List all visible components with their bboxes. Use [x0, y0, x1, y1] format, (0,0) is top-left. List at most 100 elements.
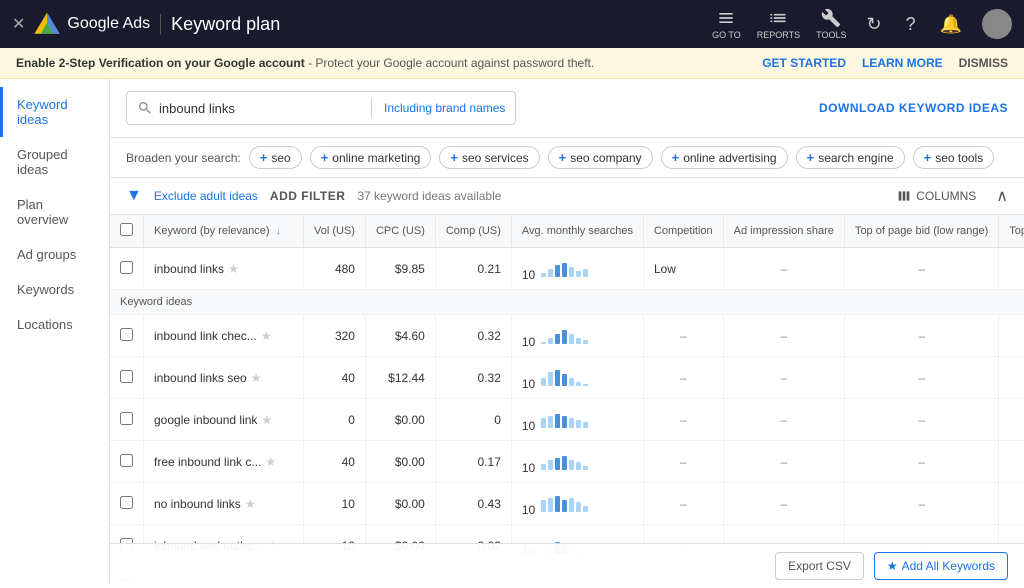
keywords-table: Keyword (by relevance) ↓ Vol (US) CPC (U… — [110, 215, 1024, 583]
select-all-checkbox[interactable] — [120, 223, 133, 236]
close-icon[interactable]: ✕ — [12, 14, 25, 34]
alert-bar: Enable 2-Step Verification on your Googl… — [0, 48, 1024, 79]
search-input[interactable] — [159, 101, 359, 116]
main-competition-cell: Low — [643, 248, 723, 290]
row-checkbox-cell[interactable] — [110, 399, 144, 441]
row-checkbox[interactable] — [120, 328, 133, 341]
row-keyword-cell: free inbound link c... ★ — [144, 441, 304, 483]
reports-label: REPORTS — [757, 30, 800, 40]
row-cpc-cell: $0.00 — [365, 399, 435, 441]
notifications-btn[interactable]: 🔔 — [936, 10, 966, 39]
sidebar-item-keyword-ideas[interactable]: Keyword ideas — [0, 87, 109, 137]
chip-seo-services[interactable]: + seo services — [439, 146, 539, 169]
chip-seo[interactable]: + seo — [249, 146, 302, 169]
filter-row: ▼ Exclude adult ideas ADD FILTER 37 keyw… — [110, 178, 1024, 215]
search-box[interactable]: Including brand names — [126, 91, 516, 125]
main-vol-cell: 480 — [304, 248, 366, 290]
row-vol-cell: 40 — [304, 357, 366, 399]
bid-low-header: Top of page bid (low range) — [844, 215, 998, 248]
add-filter-btn[interactable]: ADD FILTER — [270, 189, 345, 203]
row-bid-high-cell: – — [999, 441, 1024, 483]
row-competition-cell: – — [643, 399, 723, 441]
row-checkbox-cell[interactable] — [110, 357, 144, 399]
star-icon[interactable]: ★ — [265, 455, 276, 469]
row-checkbox-cell[interactable] — [110, 483, 144, 525]
row-sparkline — [539, 364, 599, 388]
star-icon[interactable]: ★ — [245, 497, 256, 511]
main-bid-low-cell: – — [844, 248, 998, 290]
sidebar-item-ad-groups[interactable]: Ad groups — [0, 237, 109, 272]
add-all-keywords-btn[interactable]: ★ Add All Keywords — [874, 552, 1008, 580]
sidebar-item-keywords[interactable]: Keywords — [0, 272, 109, 307]
tools-nav-btn[interactable]: TOOLS — [816, 8, 846, 40]
download-keyword-ideas-btn[interactable]: DOWNLOAD KEYWORD IDEAS — [819, 101, 1008, 115]
ad-impression-header: Ad impression share — [723, 215, 844, 248]
main-row-checkbox[interactable] — [120, 261, 133, 274]
vol-header: Vol (US) — [304, 215, 366, 248]
star-icon[interactable]: ★ — [228, 262, 239, 276]
table-row: inbound links seo ★ 40 $12.44 0.32 10 – … — [110, 357, 1024, 399]
row-checkbox[interactable] — [120, 412, 133, 425]
star-icon[interactable]: ★ — [261, 329, 272, 343]
row-bid-low-cell: – — [844, 399, 998, 441]
sort-icon[interactable]: ↓ — [276, 226, 281, 237]
goto-nav-btn[interactable]: GO TO — [712, 8, 741, 40]
table-header-row: Keyword (by relevance) ↓ Vol (US) CPC (U… — [110, 215, 1024, 248]
row-checkbox[interactable] — [120, 454, 133, 467]
row-competition-cell: – — [643, 315, 723, 357]
export-csv-btn[interactable]: Export CSV — [775, 552, 864, 580]
help-btn[interactable]: ? — [902, 10, 920, 39]
main-row-checkbox-cell[interactable] — [110, 248, 144, 290]
row-checkbox[interactable] — [120, 370, 133, 383]
row-avg-cell: 10 — [511, 399, 643, 441]
row-bid-high-cell: – — [999, 357, 1024, 399]
chip-online-advertising[interactable]: + online advertising — [661, 146, 788, 169]
columns-btn[interactable]: COLUMNS — [896, 188, 976, 204]
chip-seo-company[interactable]: + seo company — [548, 146, 653, 169]
row-bid-low-cell: – — [844, 483, 998, 525]
dismiss-alert-btn[interactable]: DISMISS — [959, 56, 1008, 70]
filter-icon[interactable]: ▼ — [126, 187, 142, 205]
chip-online-marketing[interactable]: + online marketing — [310, 146, 432, 169]
alert-bold: Enable 2-Step Verification on your Googl… — [16, 56, 305, 70]
search-row: Including brand names DOWNLOAD KEYWORD I… — [110, 79, 1024, 138]
star-icon[interactable]: ★ — [251, 371, 262, 385]
main-keyword-cell: inbound links ★ — [144, 248, 304, 290]
keyword-count: 37 keyword ideas available — [357, 189, 501, 203]
chip-search-engine[interactable]: + search engine — [796, 146, 905, 169]
row-checkbox-cell[interactable] — [110, 315, 144, 357]
sidebar-item-locations[interactable]: Locations — [0, 307, 109, 342]
row-vol-cell: 320 — [304, 315, 366, 357]
learn-more-link[interactable]: LEARN MORE — [862, 56, 943, 70]
avatar[interactable] — [982, 9, 1012, 39]
table-container: Keyword (by relevance) ↓ Vol (US) CPC (U… — [110, 215, 1024, 583]
row-cpc-cell: $12.44 — [365, 357, 435, 399]
row-cpc-cell: $4.60 — [365, 315, 435, 357]
row-vol-cell: 10 — [304, 483, 366, 525]
select-all-header[interactable] — [110, 215, 144, 248]
nav-left: ✕ Google Ads Keyword plan — [12, 10, 280, 38]
main-avg-cell: 10 — [511, 248, 643, 290]
table-row: inbound link chec... ★ 320 $4.60 0.32 10… — [110, 315, 1024, 357]
row-checkbox-cell[interactable] — [110, 441, 144, 483]
main-cpc-cell: $9.85 — [365, 248, 435, 290]
star-icon[interactable]: ★ — [261, 413, 272, 427]
row-competition-cell: – — [643, 483, 723, 525]
exclude-adult-link[interactable]: Exclude adult ideas — [154, 189, 258, 203]
content-area: Including brand names DOWNLOAD KEYWORD I… — [110, 79, 1024, 583]
including-brand-names[interactable]: Including brand names — [384, 101, 505, 115]
row-checkbox[interactable] — [120, 496, 133, 509]
refresh-btn[interactable]: ↻ — [862, 10, 885, 39]
row-avg-cell: 10 — [511, 357, 643, 399]
get-started-link[interactable]: GET STARTED — [762, 56, 846, 70]
main-keyword-row: inbound links ★ 480 $9.85 0.21 10 — [110, 248, 1024, 290]
google-ads-logo: Google Ads — [33, 10, 150, 38]
google-ads-triangle-icon — [33, 10, 61, 38]
reports-nav-btn[interactable]: REPORTS — [757, 8, 800, 40]
collapse-btn[interactable]: ∧ — [996, 186, 1008, 206]
sidebar-item-plan-overview[interactable]: Plan overview — [0, 187, 109, 237]
comp-header: Comp (US) — [435, 215, 511, 248]
tools-label: TOOLS — [816, 30, 846, 40]
chip-seo-tools[interactable]: + seo tools — [913, 146, 995, 169]
sidebar-item-grouped-ideas[interactable]: Grouped ideas — [0, 137, 109, 187]
